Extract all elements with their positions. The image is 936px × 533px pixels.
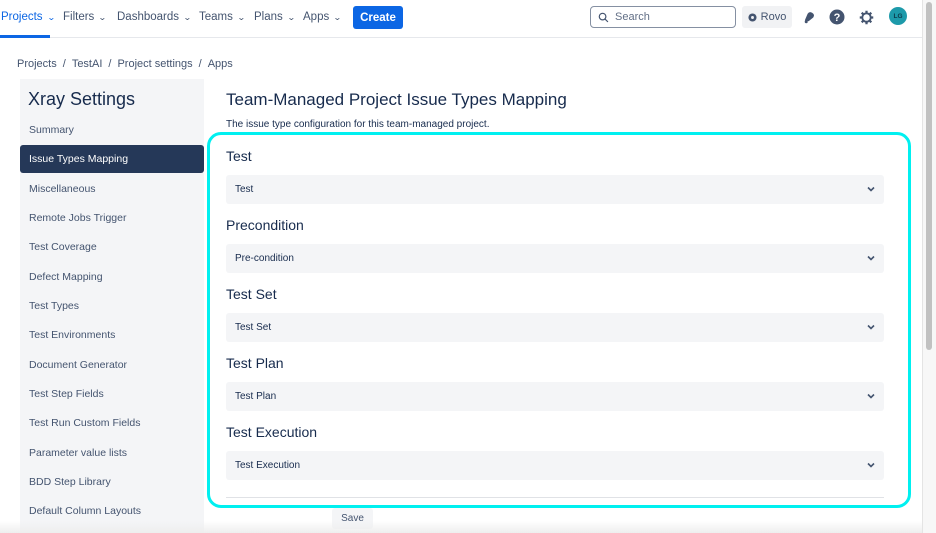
breadcrumb-project[interactable]: TestAI: [72, 58, 103, 70]
top-navigation: Projects ⌄ Filters ⌄ Dashboards ⌄ Teams …: [0, 0, 922, 38]
mapping-label-precondition: Precondition: [226, 217, 304, 233]
nav-dashboards-label: Dashboards: [117, 11, 180, 23]
active-nav-indicator: [0, 35, 50, 38]
test-plan-issue-type-select[interactable]: Test Plan: [226, 382, 884, 411]
breadcrumb-separator: /: [62, 58, 66, 70]
nav-plans-label: Plans: [254, 11, 283, 23]
notifications-icon: [804, 11, 814, 23]
select-value: Pre-condition: [235, 253, 294, 264]
chevron-down-icon: [867, 186, 875, 192]
nav-projects-label: Projects: [1, 11, 43, 23]
chevron-down-icon: ⌄: [236, 12, 246, 22]
sidebar-item-document-generator[interactable]: Document Generator: [20, 351, 204, 379]
rovo-button[interactable]: Rovo: [742, 6, 792, 28]
chevron-down-icon: ⌄: [333, 12, 342, 22]
notifications-button[interactable]: [801, 9, 817, 25]
search-box[interactable]: [590, 6, 736, 28]
breadcrumb-separator: /: [108, 58, 112, 70]
mapping-label-test: Test: [226, 148, 252, 164]
nav-teams[interactable]: Teams ⌄: [199, 11, 246, 23]
nav-plans[interactable]: Plans ⌄: [254, 11, 296, 23]
scrollbar-thumb[interactable]: [926, 2, 932, 350]
select-value: Test: [235, 184, 254, 195]
xray-settings-sidebar: Xray Settings Summary Issue Types Mappin…: [20, 79, 204, 533]
sidebar-item-default-column-layouts[interactable]: Default Column Layouts: [20, 497, 204, 525]
chevron-down-icon: ⌄: [286, 12, 296, 22]
save-button[interactable]: Save: [332, 508, 373, 529]
nav-teams-label: Teams: [199, 11, 233, 23]
settings-button[interactable]: [858, 9, 874, 25]
sidebar-item-test-environments[interactable]: Test Environments: [20, 321, 204, 349]
help-icon: ?: [829, 9, 845, 25]
chevron-down-icon: ⌄: [46, 12, 56, 22]
create-button[interactable]: Create: [353, 6, 403, 29]
svg-text:?: ?: [834, 12, 841, 24]
search-input[interactable]: [615, 11, 725, 23]
chevron-down-icon: [867, 393, 875, 399]
sidebar-title: Xray Settings: [28, 89, 136, 109]
chevron-down-icon: ⌄: [98, 12, 108, 22]
page-description: The issue type configuration for this te…: [226, 119, 490, 130]
nav-filters-label: Filters: [63, 11, 95, 23]
chevron-down-icon: [867, 324, 875, 330]
breadcrumb-project-settings[interactable]: Project settings: [117, 58, 192, 70]
breadcrumb: Projects / TestAI / Project settings / A…: [17, 58, 233, 70]
chevron-down-icon: [867, 462, 875, 468]
select-value: Test Execution: [235, 460, 301, 471]
rovo-icon: [748, 12, 757, 22]
breadcrumb-separator: /: [198, 58, 202, 70]
sidebar-item-remote-jobs-trigger[interactable]: Remote Jobs Trigger: [20, 204, 204, 232]
search-icon: [598, 12, 609, 22]
sidebar-item-issue-types-mapping[interactable]: Issue Types Mapping: [20, 145, 204, 173]
mapping-label-test-plan: Test Plan: [226, 355, 284, 371]
help-button[interactable]: ?: [829, 9, 845, 25]
chevron-down-icon: [867, 255, 875, 261]
sidebar-item-miscellaneous[interactable]: Miscellaneous: [20, 175, 204, 203]
nav-projects[interactable]: Projects ⌄: [1, 11, 56, 23]
sidebar-item-bdd-step-library[interactable]: BDD Step Library: [20, 468, 204, 496]
settings-icon: [859, 10, 873, 24]
user-avatar[interactable]: LG: [889, 7, 907, 25]
breadcrumb-apps[interactable]: Apps: [208, 58, 233, 70]
nav-filters[interactable]: Filters ⌄: [63, 11, 108, 23]
page-title: Team-Managed Project Issue Types Mapping: [226, 90, 567, 109]
sidebar-item-test-step-fields[interactable]: Test Step Fields: [20, 380, 204, 408]
mapping-label-test-execution: Test Execution: [226, 424, 318, 440]
mapping-label-test-set: Test Set: [226, 286, 277, 302]
breadcrumb-projects[interactable]: Projects: [17, 58, 57, 70]
nav-apps[interactable]: Apps ⌄: [303, 11, 342, 23]
select-value: Test Set: [235, 322, 272, 333]
sidebar-item-test-run-custom-fields[interactable]: Test Run Custom Fields: [20, 409, 204, 437]
sidebar-item-test-types[interactable]: Test Types: [20, 292, 204, 320]
precondition-issue-type-select[interactable]: Pre-condition: [226, 244, 884, 273]
test-execution-issue-type-select[interactable]: Test Execution: [226, 451, 884, 480]
test-issue-type-select[interactable]: Test: [226, 175, 884, 204]
sidebar-item-parameter-value-lists[interactable]: Parameter value lists: [20, 439, 204, 467]
form-divider: [226, 497, 884, 498]
select-value: Test Plan: [235, 391, 277, 402]
chevron-down-icon: ⌄: [183, 12, 192, 22]
test-set-issue-type-select[interactable]: Test Set: [226, 313, 884, 342]
sidebar-item-test-coverage[interactable]: Test Coverage: [20, 233, 204, 261]
sidebar-item-defect-mapping[interactable]: Defect Mapping: [20, 263, 204, 291]
rovo-label: Rovo: [760, 11, 787, 23]
nav-dashboards[interactable]: Dashboards ⌄: [117, 11, 192, 23]
sidebar-item-summary[interactable]: Summary: [20, 116, 204, 144]
nav-apps-label: Apps: [303, 11, 330, 23]
